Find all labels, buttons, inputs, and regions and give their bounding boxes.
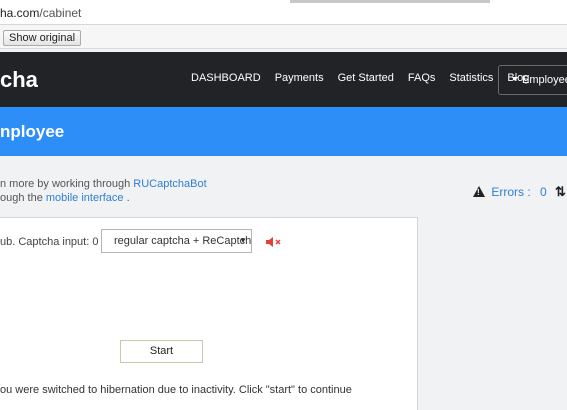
employee-dropdown-button[interactable]: Employee bbox=[498, 65, 567, 95]
info-line-2-text: ough the bbox=[0, 192, 46, 204]
caret-down-icon bbox=[512, 77, 518, 82]
nav-link-payments[interactable]: Payments bbox=[275, 72, 324, 84]
info-line-1-text: n more by working through bbox=[0, 178, 134, 190]
url-host: ha.com bbox=[0, 6, 40, 20]
mute-icon[interactable] bbox=[265, 236, 285, 248]
rucaptchabot-link[interactable]: RUCaptchaBot bbox=[133, 178, 206, 190]
hibernation-message: ou were switched to hibernation due to i… bbox=[0, 384, 352, 396]
captcha-type-select[interactable]: regular captcha + ReCaptcha ▼ bbox=[101, 229, 252, 253]
translate-bar: Show original bbox=[0, 25, 567, 49]
top-navbar: cha DASHBOARD Payments Get Started FAQs … bbox=[0, 52, 567, 107]
errors-count: 0 bbox=[540, 185, 547, 199]
page-title: nployee bbox=[0, 122, 65, 141]
info-line-2: ough the mobile interface . bbox=[0, 191, 207, 205]
start-button[interactable]: Start bbox=[120, 340, 203, 363]
info-line-1: n more by working through RUCaptchaBot bbox=[0, 177, 207, 191]
errors-separator: : bbox=[527, 185, 531, 199]
tab-strip-edge bbox=[290, 0, 490, 3]
mobile-interface-link[interactable]: mobile interface bbox=[46, 192, 124, 204]
nav-link-statistics[interactable]: Statistics bbox=[449, 72, 493, 84]
captcha-type-value: regular captcha + ReCaptcha bbox=[114, 235, 252, 247]
chevron-down-icon: ▼ bbox=[239, 236, 247, 245]
captcha-input-counter: ub. Captcha input: 0 . bbox=[0, 236, 105, 248]
nav-link-dashboard[interactable]: DASHBOARD bbox=[191, 72, 261, 84]
url-text[interactable]: ha.com/cabinet bbox=[0, 6, 81, 20]
warning-icon bbox=[473, 186, 485, 197]
address-bar[interactable]: ha.com/cabinet bbox=[0, 0, 567, 25]
show-original-button[interactable]: Show original bbox=[3, 30, 82, 46]
url-path: /cabinet bbox=[39, 6, 82, 20]
info-text: n more by working through RUCaptchaBot o… bbox=[0, 177, 207, 205]
captcha-panel: ub. Captcha input: 0 . regular captcha +… bbox=[0, 217, 418, 410]
nav-link-get-started[interactable]: Get Started bbox=[338, 72, 394, 84]
errors-indicator: Errors : 0 bbox=[473, 185, 547, 199]
nav-links: DASHBOARD Payments Get Started FAQs Stat… bbox=[191, 72, 529, 84]
employee-button-label: Employee bbox=[522, 74, 567, 86]
errors-label[interactable]: Errors bbox=[491, 185, 524, 199]
page-banner: nployee bbox=[0, 107, 567, 156]
sort-icon[interactable]: ⇅ bbox=[555, 184, 566, 200]
site-brand[interactable]: cha bbox=[0, 67, 38, 93]
nav-link-faqs[interactable]: FAQs bbox=[408, 72, 436, 84]
info-line-2-suffix: . bbox=[123, 192, 130, 204]
